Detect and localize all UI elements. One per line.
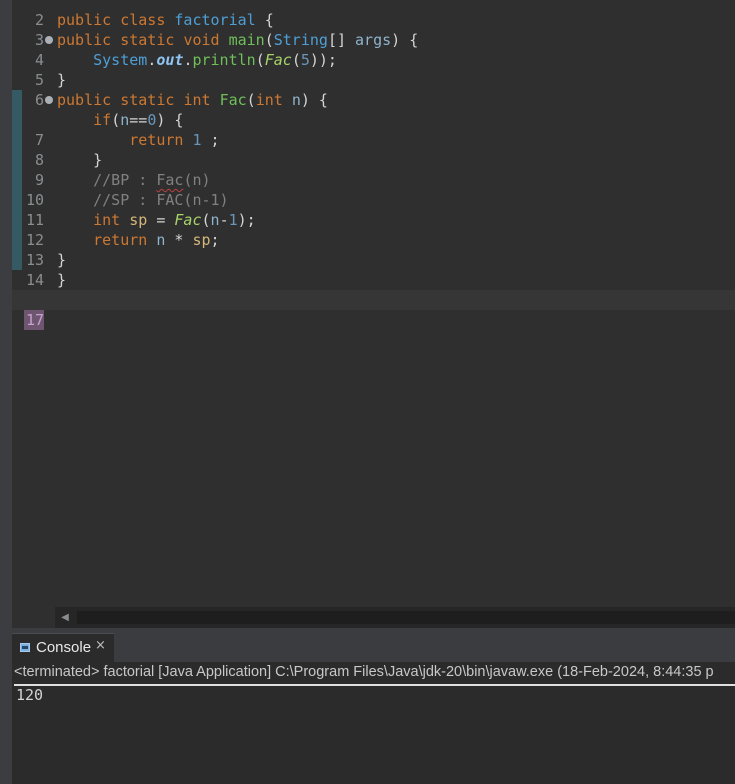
code-line-2[interactable]: 2 [12, 0, 735, 29]
left-edge-strip [0, 0, 12, 784]
code-text: public static void main(String[] args) { [57, 31, 419, 49]
change-marker [12, 110, 22, 130]
code-line-10[interactable]: 10 } [12, 150, 735, 209]
code-text: } [57, 71, 67, 89]
close-icon[interactable]: × [95, 638, 106, 653]
change-marker [12, 210, 22, 230]
scroll-left-arrow-icon[interactable]: ◀ [55, 607, 75, 628]
tab-console[interactable]: Console × [12, 633, 114, 662]
code-line-6[interactable]: 6 } [12, 70, 735, 109]
code-line-3[interactable]: 3 public class factorial { [12, 10, 735, 49]
change-marker [12, 170, 22, 190]
horizontal-scrollbar[interactable]: ◀ [55, 607, 735, 628]
code-line-13[interactable]: 13 int sp = Fac(n-1); [12, 210, 735, 269]
code-line-11[interactable]: 11 //BP : Fac(n) [12, 170, 735, 229]
eclipse-window: 2 3 public class factorial { 4 public st… [0, 0, 735, 784]
code-line-16[interactable]: 16 } [12, 270, 735, 309]
code-line-12[interactable]: 12 //SP : FAC(n-1) [12, 190, 735, 249]
code-line-9[interactable]: 9 return 1 ; [12, 130, 735, 189]
fold-toggle-icon[interactable] [45, 96, 53, 104]
code-line-15[interactable]: 15 } [12, 250, 735, 309]
code-text: } [57, 251, 67, 269]
bottom-panel-tab-strip: Console × [12, 628, 735, 662]
code-text: int sp = Fac(n-1); [93, 211, 256, 229]
code-text: } [57, 271, 67, 289]
code-text: //BP : Fac(n) [93, 171, 211, 189]
code-text: } [93, 151, 103, 169]
code-line-5[interactable]: 5 System.out.println(Fac(5)); [12, 50, 735, 89]
console-view[interactable]: <terminated> factorial [Java Application… [12, 662, 735, 784]
line-number: 17 [24, 310, 44, 330]
console-icon [20, 643, 30, 652]
change-marker [12, 190, 22, 210]
change-marker [12, 90, 22, 110]
change-marker [12, 250, 22, 270]
code-line-14[interactable]: 14 return n * sp; [12, 230, 735, 289]
code-line-17-current[interactable]: 17 [12, 290, 735, 330]
code-line-8[interactable]: 8 if(n==0) { [12, 110, 735, 169]
console-status-line: <terminated> factorial [Java Application… [14, 664, 735, 686]
scrollbar-thumb[interactable] [77, 611, 735, 624]
console-output[interactable]: 120 [16, 686, 43, 704]
fold-toggle-icon[interactable] [45, 36, 53, 44]
code-line-4[interactable]: 4 public static void main(String[] args)… [12, 30, 735, 69]
code-text: System.out.println(Fac(5)); [93, 51, 337, 69]
code-text: public static int Fac(int n) { [57, 91, 328, 109]
code-line-7[interactable]: 7 public static int Fac(int n) { [12, 90, 735, 149]
code-text: return n * sp; [93, 231, 220, 249]
code-lines: 2 3 public class factorial { 4 public st… [12, 0, 735, 330]
tab-console-label: Console [36, 639, 92, 656]
change-marker [12, 230, 22, 250]
change-marker [12, 130, 22, 150]
code-text: public class factorial { [57, 11, 274, 29]
code-text: if(n==0) { [93, 111, 184, 129]
change-marker [12, 150, 22, 170]
code-text: //SP : FAC(n-1) [93, 191, 229, 209]
spelling-squiggle: Fac [156, 171, 184, 189]
code-editor[interactable]: 2 3 public class factorial { 4 public st… [12, 0, 735, 628]
code-text: return 1 ; [129, 131, 220, 149]
